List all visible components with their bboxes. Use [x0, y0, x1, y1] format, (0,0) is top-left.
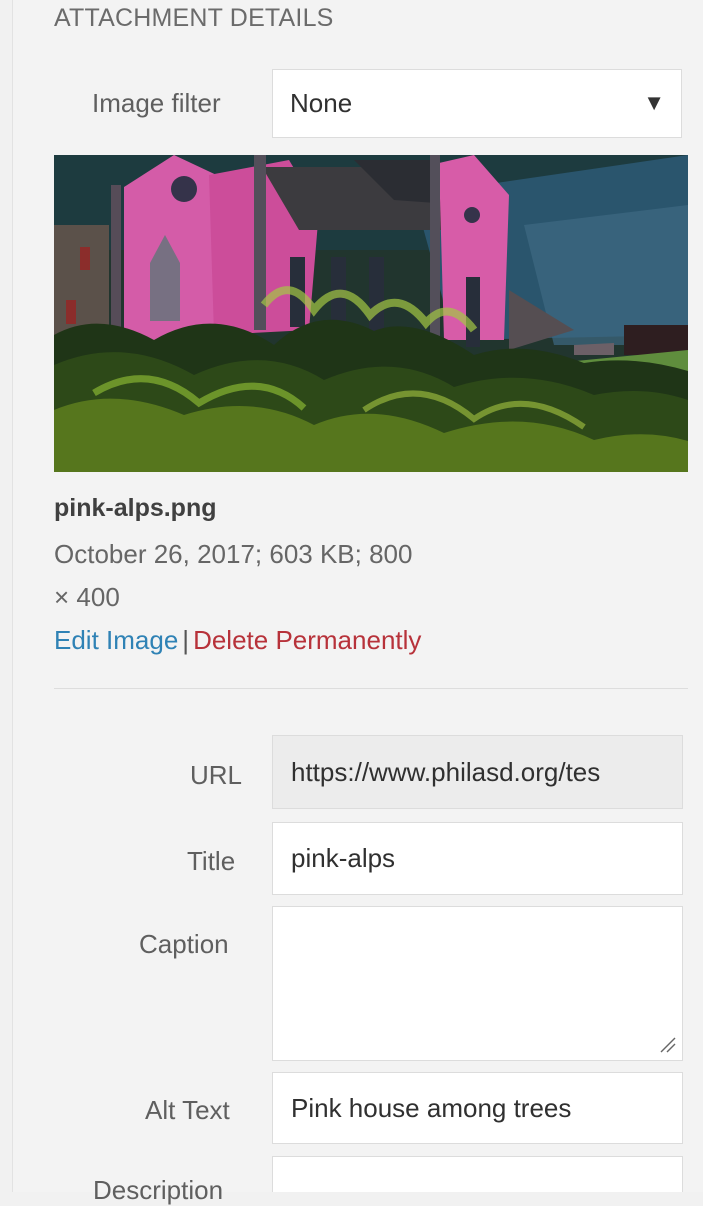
- title-label: Title: [187, 846, 236, 876]
- file-name: pink-alps.png: [54, 494, 217, 522]
- file-meta-date-size: October 26, 2017; 603 KB; 800: [54, 539, 413, 569]
- url-label: URL: [190, 760, 243, 790]
- image-filter-selected-value: None: [290, 88, 353, 118]
- details-divider: [54, 688, 688, 689]
- description-field[interactable]: [272, 1156, 683, 1192]
- url-field[interactable]: [272, 735, 683, 809]
- action-separator: |: [182, 625, 190, 655]
- file-meta-dimensions: × 400: [54, 582, 120, 612]
- edit-image-link[interactable]: Edit Image: [54, 625, 178, 655]
- caption-field[interactable]: [272, 906, 683, 1061]
- alt-text-label: Alt Text: [145, 1095, 230, 1125]
- description-label: Description: [93, 1175, 224, 1205]
- attachment-actions: Edit Image | Delete Permanently: [54, 625, 421, 656]
- delete-permanently-link[interactable]: Delete Permanently: [193, 625, 421, 655]
- attachment-preview-image[interactable]: [54, 155, 688, 472]
- triangle-down-icon: ▼: [643, 90, 665, 115]
- alt-text-field[interactable]: [272, 1072, 683, 1144]
- title-field[interactable]: [272, 822, 683, 895]
- caption-label: Caption: [139, 929, 229, 959]
- image-filter-select[interactable]: None ▼: [272, 69, 682, 138]
- attachment-details-heading: ATTACHMENT DETAILS: [54, 4, 334, 32]
- resize-grip-icon[interactable]: [659, 1036, 677, 1054]
- image-filter-label: Image filter: [92, 88, 221, 118]
